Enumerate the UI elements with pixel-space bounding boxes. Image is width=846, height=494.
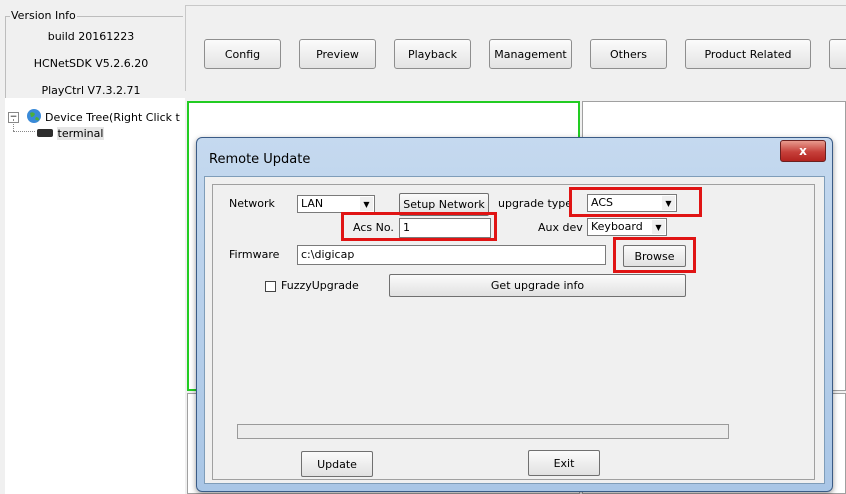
tree-item-terminal[interactable]: terminal (37, 126, 105, 140)
close-button[interactable]: x (780, 140, 826, 162)
get-upgrade-info-button[interactable]: Get upgrade info (389, 274, 686, 297)
tree-item-label: terminal (56, 126, 105, 140)
dialog-title: Remote Update (209, 152, 311, 167)
network-select-value: LAN (301, 197, 324, 210)
chevron-down-icon[interactable]: ▼ (652, 220, 665, 234)
tree-connector-line (13, 131, 35, 133)
browse-highlight (613, 237, 696, 273)
tree-connector-line (13, 119, 15, 131)
firmware-path-input[interactable]: c:\digicap (297, 245, 606, 265)
aux-dev-label: Aux dev (538, 221, 583, 234)
globe-icon (26, 108, 42, 127)
version-info-title: Version Info (10, 9, 77, 22)
build-label: build 20161223 (47, 30, 135, 43)
others-button[interactable]: Others (590, 39, 667, 69)
sdk-version-label: HCNetSDK V5.2.6.20 (33, 57, 149, 70)
fuzzy-upgrade-label: FuzzyUpgrade (281, 279, 359, 292)
management-button[interactable]: Management (489, 39, 572, 69)
tree-root-label: Device Tree(Right Click t (45, 111, 180, 124)
aux-dev-select[interactable]: Keyboard ▼ (587, 218, 667, 236)
device-tree[interactable]: − Device Tree(Right Click t terminal (5, 98, 185, 494)
firmware-label: Firmware (229, 248, 280, 261)
playctrl-version-label: PlayCtrl V7.3.2.71 (41, 84, 141, 97)
dialog-body: Network LAN ▼ Setup Network upgrade type… (204, 176, 825, 484)
acs-no-highlight (341, 212, 497, 241)
product-related-button[interactable]: Product Related (685, 39, 811, 69)
config-button[interactable]: Config (204, 39, 281, 69)
network-select[interactable]: LAN ▼ (297, 195, 375, 213)
chevron-down-icon[interactable]: ▼ (360, 197, 373, 211)
playback-button[interactable]: Playback (394, 39, 471, 69)
preview-button[interactable]: Preview (299, 39, 376, 69)
upgrade-type-highlight (569, 187, 702, 217)
fuzzy-upgrade-checkbox[interactable] (265, 281, 276, 292)
upgrade-type-label: upgrade type (498, 197, 573, 210)
remote-update-dialog: Remote Update x Network LAN ▼ Setup Netw… (196, 137, 833, 492)
tree-root-row[interactable]: − Device Tree(Right Click t (8, 108, 180, 127)
network-label: Network (229, 197, 275, 210)
upgrade-progress-bar (237, 424, 729, 439)
toolbar-overflow-button[interactable] (829, 39, 846, 69)
exit-button[interactable]: Exit (528, 450, 600, 476)
terminal-device-icon (37, 129, 53, 137)
dialog-inner-frame: Network LAN ▼ Setup Network upgrade type… (212, 184, 815, 480)
update-button[interactable]: Update (301, 451, 373, 477)
aux-dev-select-value: Keyboard (591, 220, 643, 233)
